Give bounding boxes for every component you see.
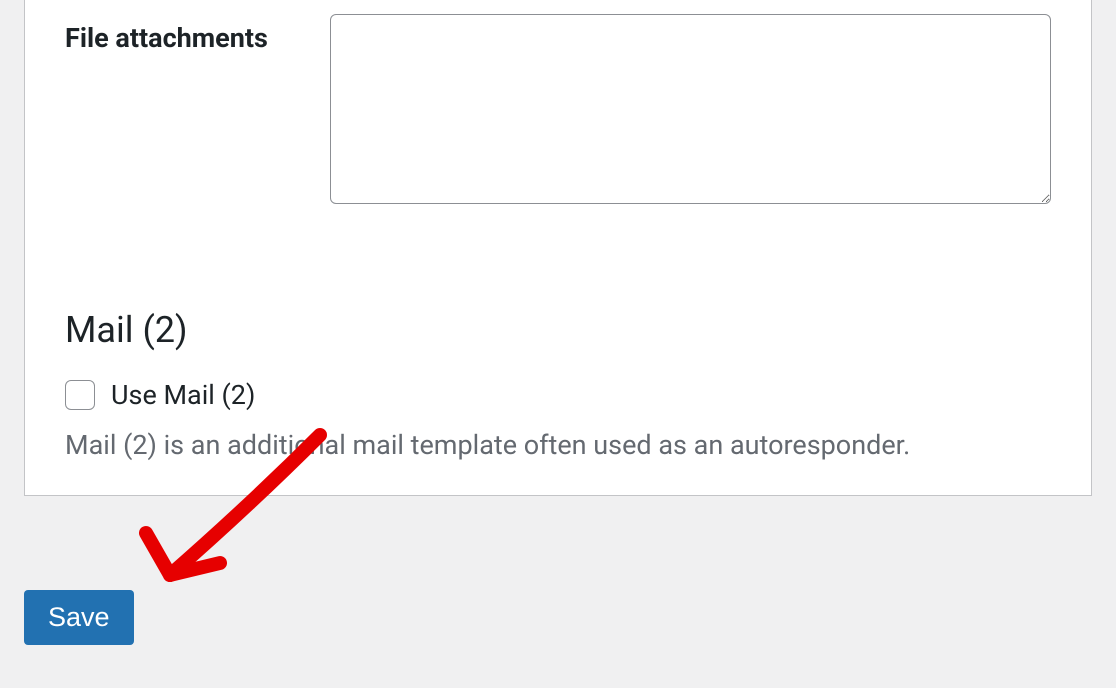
use-mail-2-label[interactable]: Use Mail (2) — [111, 379, 255, 411]
mail-2-heading: Mail (2) — [65, 309, 1051, 351]
settings-panel: File attachments Mail (2) Use Mail (2) M… — [24, 0, 1092, 496]
use-mail-2-row: Use Mail (2) — [65, 379, 1051, 411]
file-attachments-textarea[interactable] — [330, 14, 1051, 204]
mail-2-description: Mail (2) is an additional mail template … — [65, 427, 1051, 465]
file-attachments-label: File attachments — [65, 14, 330, 56]
mail-2-section: Mail (2) Use Mail (2) Mail (2) is an add… — [25, 309, 1091, 465]
file-attachments-row: File attachments — [25, 0, 1091, 204]
save-button[interactable]: Save — [24, 590, 134, 645]
use-mail-2-checkbox[interactable] — [65, 380, 95, 410]
